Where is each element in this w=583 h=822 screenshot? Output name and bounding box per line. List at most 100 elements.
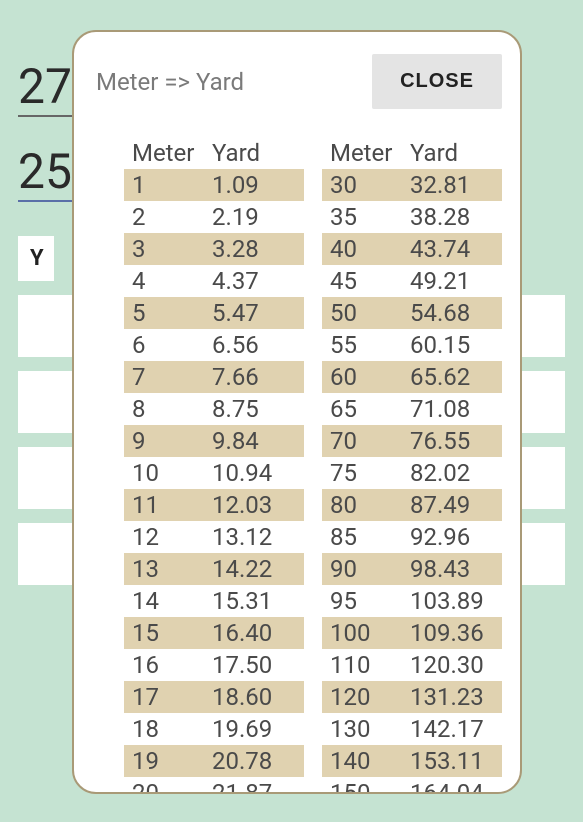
table-row: 44.37 (124, 265, 304, 297)
meter-cell: 12 (124, 521, 204, 553)
conversion-table-right: Meter Yard 3032.813538.284043.744549.215… (322, 137, 502, 794)
meter-cell: 13 (124, 553, 204, 585)
bg-tab-y[interactable]: Y (18, 236, 54, 281)
table-row: 5560.15 (322, 329, 502, 361)
meter-cell: 55 (322, 329, 402, 361)
yard-cell: 109.36 (402, 617, 502, 649)
col-header-yard: Yard (204, 137, 304, 169)
meter-cell: 35 (322, 201, 402, 233)
meter-cell: 4 (124, 265, 204, 297)
modal-header: Meter => Yard CLOSE (96, 54, 502, 109)
yard-cell: 18.60 (204, 681, 304, 713)
yard-cell: 2.19 (204, 201, 304, 233)
yard-cell: 32.81 (402, 169, 502, 201)
table-row: 4549.21 (322, 265, 502, 297)
meter-cell: 120 (322, 681, 402, 713)
meter-cell: 7 (124, 361, 204, 393)
meter-cell: 19 (124, 745, 204, 777)
table-row: 88.75 (124, 393, 304, 425)
yard-cell: 120.30 (402, 649, 502, 681)
yard-cell: 43.74 (402, 233, 502, 265)
meter-cell: 40 (322, 233, 402, 265)
meter-cell: 11 (124, 489, 204, 521)
yard-cell: 49.21 (402, 265, 502, 297)
yard-cell: 19.69 (204, 713, 304, 745)
table-row: 1718.60 (124, 681, 304, 713)
table-row: 110120.30 (322, 649, 502, 681)
yard-cell: 14.22 (204, 553, 304, 585)
meter-cell: 90 (322, 553, 402, 585)
meter-cell: 60 (322, 361, 402, 393)
conversion-modal: Meter => Yard CLOSE Meter Yard 11.0922.1… (72, 30, 522, 794)
table-row: 130142.17 (322, 713, 502, 745)
meter-cell: 150 (322, 777, 402, 794)
yard-cell: 8.75 (204, 393, 304, 425)
yard-cell: 15.31 (204, 585, 304, 617)
table-row: 4043.74 (322, 233, 502, 265)
table-row: 120131.23 (322, 681, 502, 713)
meter-cell: 70 (322, 425, 402, 457)
meter-cell: 130 (322, 713, 402, 745)
yard-cell: 6.56 (204, 329, 304, 361)
meter-cell: 140 (322, 745, 402, 777)
yard-cell: 65.62 (402, 361, 502, 393)
meter-cell: 2 (124, 201, 204, 233)
meter-cell: 95 (322, 585, 402, 617)
table-row: 7582.02 (322, 457, 502, 489)
table-row: 3538.28 (322, 201, 502, 233)
yard-cell: 82.02 (402, 457, 502, 489)
meter-cell: 45 (322, 265, 402, 297)
conversion-tables: Meter Yard 11.0922.1933.2844.3755.4766.5… (96, 137, 502, 794)
meter-cell: 10 (124, 457, 204, 489)
meter-cell: 17 (124, 681, 204, 713)
yard-cell: 87.49 (402, 489, 502, 521)
yard-cell: 60.15 (402, 329, 502, 361)
yard-cell: 1.09 (204, 169, 304, 201)
meter-cell: 80 (322, 489, 402, 521)
meter-cell: 110 (322, 649, 402, 681)
yard-cell: 21.87 (204, 777, 304, 794)
yard-cell: 5.47 (204, 297, 304, 329)
table-row: 1314.22 (124, 553, 304, 585)
yard-cell: 103.89 (402, 585, 502, 617)
meter-cell: 14 (124, 585, 204, 617)
meter-cell: 20 (124, 777, 204, 794)
table-row: 95103.89 (322, 585, 502, 617)
meter-cell: 50 (322, 297, 402, 329)
yard-cell: 17.50 (204, 649, 304, 681)
table-row: 1213.12 (124, 521, 304, 553)
col-header-meter: Meter (322, 137, 402, 169)
table-row: 3032.81 (322, 169, 502, 201)
meter-cell: 100 (322, 617, 402, 649)
meter-cell: 5 (124, 297, 204, 329)
table-row: 150164.04 (322, 777, 502, 794)
yard-cell: 10.94 (204, 457, 304, 489)
yard-cell: 4.37 (204, 265, 304, 297)
table-row: 140153.11 (322, 745, 502, 777)
yard-cell: 7.66 (204, 361, 304, 393)
yard-cell: 142.17 (402, 713, 502, 745)
yard-cell: 92.96 (402, 521, 502, 553)
yard-cell: 71.08 (402, 393, 502, 425)
table-row: 33.28 (124, 233, 304, 265)
table-row: 1010.94 (124, 457, 304, 489)
table-row: 1617.50 (124, 649, 304, 681)
table-row: 77.66 (124, 361, 304, 393)
meter-cell: 18 (124, 713, 204, 745)
meter-cell: 8 (124, 393, 204, 425)
yard-cell: 3.28 (204, 233, 304, 265)
close-button[interactable]: CLOSE (372, 54, 502, 109)
table-row: 1415.31 (124, 585, 304, 617)
meter-cell: 6 (124, 329, 204, 361)
meter-cell: 15 (124, 617, 204, 649)
yard-cell: 153.11 (402, 745, 502, 777)
table-row: 6571.08 (322, 393, 502, 425)
yard-cell: 76.55 (402, 425, 502, 457)
table-row: 1516.40 (124, 617, 304, 649)
yard-cell: 98.43 (402, 553, 502, 585)
meter-cell: 65 (322, 393, 402, 425)
meter-cell: 75 (322, 457, 402, 489)
yard-cell: 13.12 (204, 521, 304, 553)
table-row: 66.56 (124, 329, 304, 361)
table-row: 99.84 (124, 425, 304, 457)
